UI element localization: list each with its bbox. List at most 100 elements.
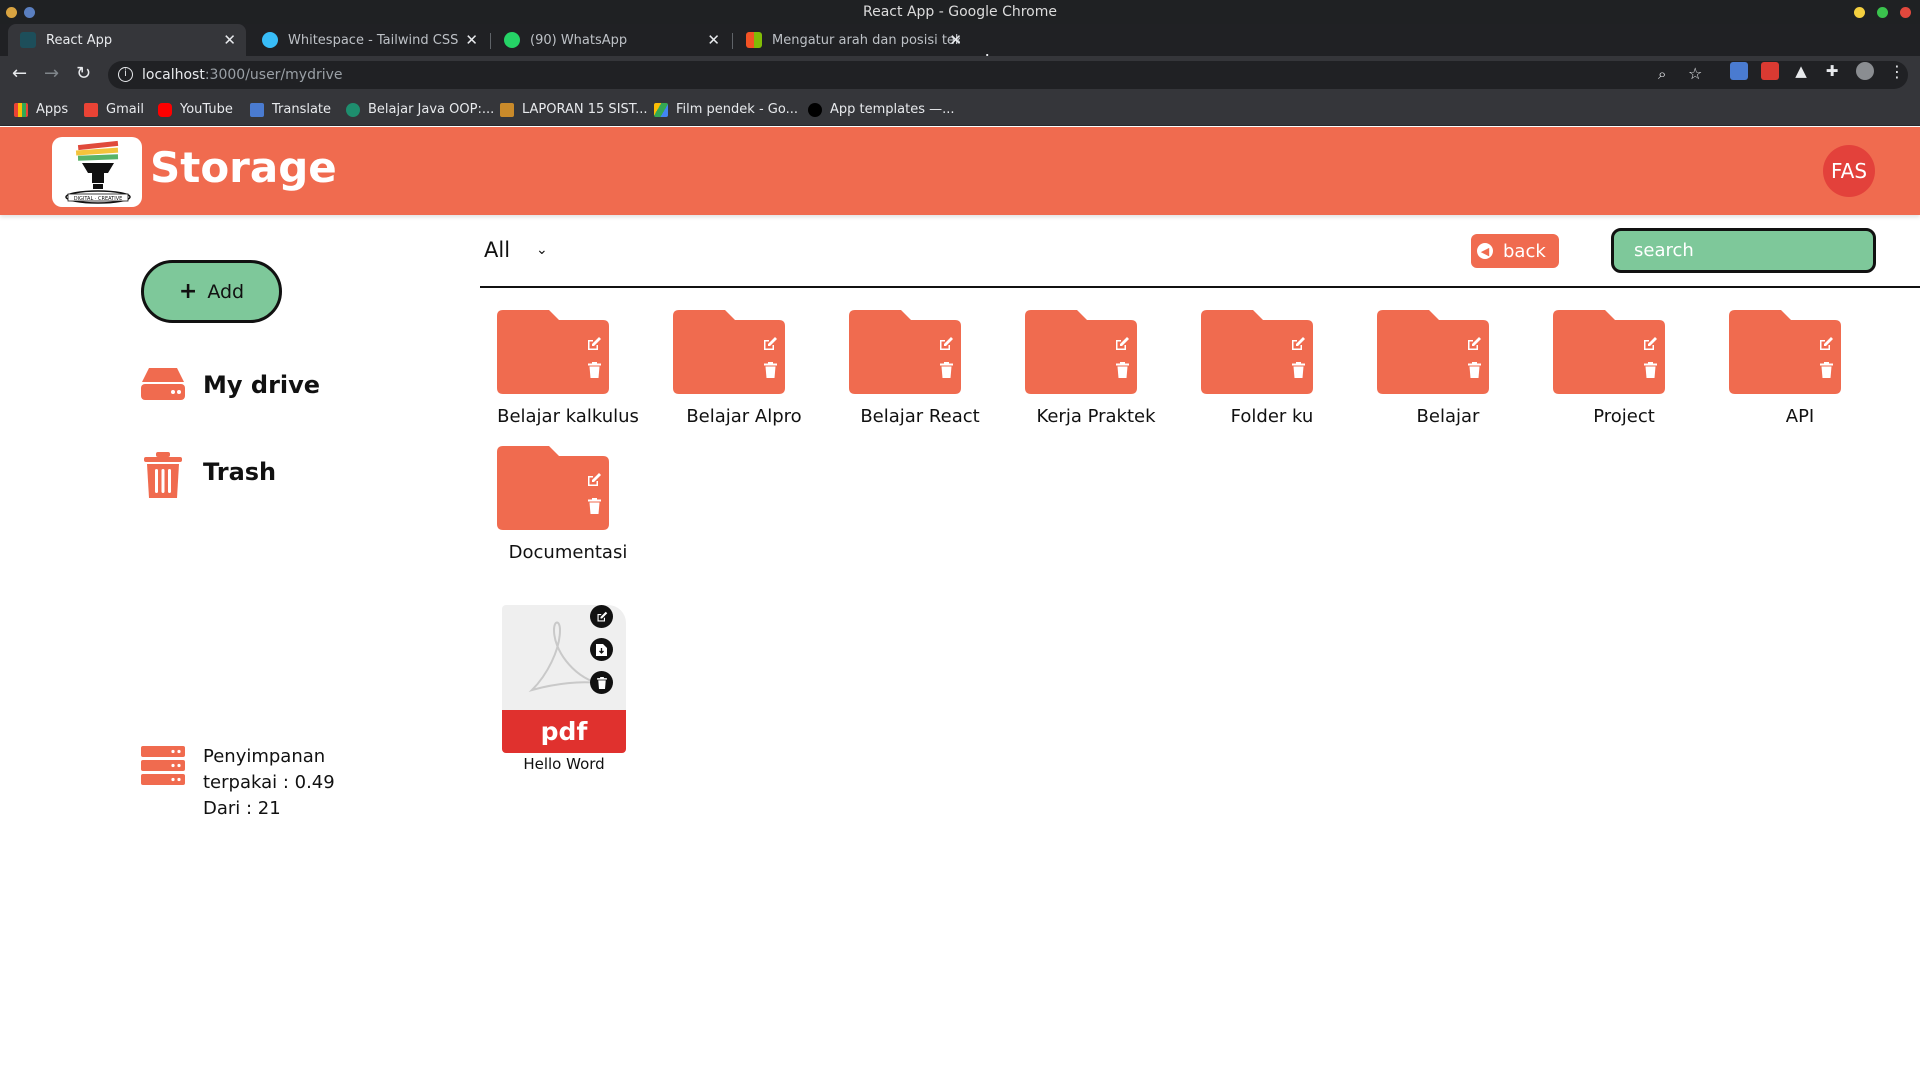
edit-icon[interactable] [586,472,602,488]
tab-react-app[interactable]: React App ✕ [8,24,246,56]
address-bar[interactable]: i localhost:3000/user/mydrive ⌕ ☆ [108,61,1908,89]
edit-icon[interactable] [762,336,778,352]
add-button[interactable]: + Add [141,260,282,323]
file-download-icon [596,643,607,656]
user-avatar[interactable]: FAS [1823,145,1875,197]
edit-icon [597,611,607,621]
translate-extension-icon[interactable] [1730,62,1748,80]
close-tab-icon[interactable]: ✕ [707,31,720,49]
edit-icon[interactable] [1114,336,1130,352]
bookmark-star-icon[interactable]: ☆ [1688,64,1702,83]
sidebar-item-trash[interactable]: Trash [141,452,276,504]
plus-icon: + [178,279,198,304]
svg-text:DIGITAL · CREATIVE: DIGITAL · CREATIVE [74,196,123,202]
folder-item[interactable]: API [1712,310,1888,435]
translate-icon [250,102,264,117]
storage-line-3: Dari : 21 [203,798,281,819]
folder-name: Belajar React [860,406,980,427]
tab-mengatur[interactable]: Mengatur arah dan posisi tek ✕ [734,24,972,56]
folder-item[interactable]: Belajar React [832,310,1008,435]
edit-icon[interactable] [938,336,954,352]
folder-name: Documentasi [508,542,628,563]
delete-icon[interactable] [764,362,777,378]
site-favicon-icon [500,102,514,117]
sidebar-item-my-drive[interactable]: My drive [141,365,320,405]
bookmark-label: Film pendek - Go... [676,102,798,117]
vuetify-extension-icon[interactable]: ▲ [1792,62,1810,80]
folder-item[interactable]: Kerja Praktek [1008,310,1184,435]
folder-name: Belajar Alpro [686,406,802,427]
bookmark-label: LAPORAN 15 SIST... [522,102,648,117]
folder-item[interactable]: Folder ku [1184,310,1360,435]
tab-whitespace[interactable]: Whitespace - Tailwind CSS ✕ [250,24,488,56]
minimize-button[interactable] [1854,7,1865,18]
edit-icon[interactable] [1290,336,1306,352]
server-icon [141,746,185,790]
zoom-icon[interactable]: ⌕ [1658,65,1666,83]
bookmark-translate[interactable]: Translate [250,102,331,117]
close-window-button[interactable] [1900,7,1911,18]
folder-item[interactable]: Documentasi [480,446,656,571]
app-title: Storage [150,143,337,192]
filter-select[interactable]: All ⌄ [484,238,548,262]
chrome-menu-icon[interactable]: ⋮ [1888,62,1906,81]
window-title: React App - Google Chrome [863,4,1057,20]
download-file-button[interactable] [590,638,613,661]
bookmark-laporan[interactable]: LAPORAN 15 SIST... [500,102,648,117]
delete-icon[interactable] [940,362,953,378]
screenshot-extension-icon[interactable] [1761,62,1779,80]
folder-item[interactable]: Belajar [1360,310,1536,435]
edit-icon[interactable] [1642,336,1658,352]
gmail-icon [84,102,98,117]
tab-separator [732,33,733,49]
delete-file-button[interactable] [590,671,613,694]
edit-icon[interactable] [1466,336,1482,352]
folder-item[interactable]: Belajar Alpro [656,310,832,435]
bookmark-belajar-java[interactable]: Belajar Java OOP:... [346,102,494,117]
bookmark-label: Belajar Java OOP:... [368,102,495,117]
bookmark-youtube[interactable]: YouTube [158,102,233,117]
edit-icon[interactable] [1818,336,1834,352]
delete-icon[interactable] [1644,362,1657,378]
bookmark-apps[interactable]: Apps [14,102,68,117]
url-host: localhost [142,67,205,83]
folder-item[interactable]: Project [1536,310,1712,435]
folder-item[interactable]: Belajar kalkulus [480,310,656,435]
edit-file-button[interactable] [590,605,613,628]
storage-line-2: terpakai : 0.49 [203,772,335,793]
folder-name: Belajar kalkulus [497,406,639,427]
tailwind-favicon-icon [262,32,278,48]
close-tab-icon[interactable]: ✕ [465,31,478,49]
bookmark-film-pendek[interactable]: Film pendek - Go... [654,102,798,117]
back-arrow-icon[interactable]: ← [12,63,27,84]
delete-icon[interactable] [1292,362,1305,378]
delete-icon[interactable] [588,498,601,514]
site-info-icon[interactable]: i [118,67,133,82]
tab-whatsapp[interactable]: (90) WhatsApp ✕ [492,24,730,56]
delete-icon[interactable] [1468,362,1481,378]
forward-arrow-icon[interactable]: → [44,63,59,84]
extensions-puzzle-icon[interactable]: ✚ [1823,62,1841,80]
tab-strip: React App ✕ Whitespace - Tailwind CSS ✕ … [0,24,1920,74]
delete-icon[interactable] [1116,362,1129,378]
maximize-button[interactable] [1877,7,1888,18]
file-item[interactable]: pdf Hello Word [502,605,626,775]
delete-icon[interactable] [1820,362,1833,378]
sidebar-item-label: Trash [203,458,277,486]
site-favicon-icon [808,102,822,117]
content-divider [480,286,1920,288]
close-tab-icon[interactable]: ✕ [223,31,236,49]
profile-avatar-icon[interactable] [1856,62,1874,80]
bookmark-gmail[interactable]: Gmail [84,102,144,117]
back-button[interactable]: ◀ back [1471,234,1559,268]
close-tab-icon[interactable]: ✕ [949,31,962,49]
folder-name: Kerja Praktek [1036,406,1156,427]
delete-icon[interactable] [588,362,601,378]
digital-creative-logo[interactable]: DIGITAL · CREATIVE [52,137,142,207]
react-favicon-icon [20,32,36,48]
bookmark-app-templates[interactable]: App templates —... [808,102,955,117]
site-favicon-icon [346,102,360,117]
reload-icon[interactable]: ↻ [76,63,91,84]
edit-icon[interactable] [586,336,602,352]
search-input[interactable] [1611,228,1876,273]
